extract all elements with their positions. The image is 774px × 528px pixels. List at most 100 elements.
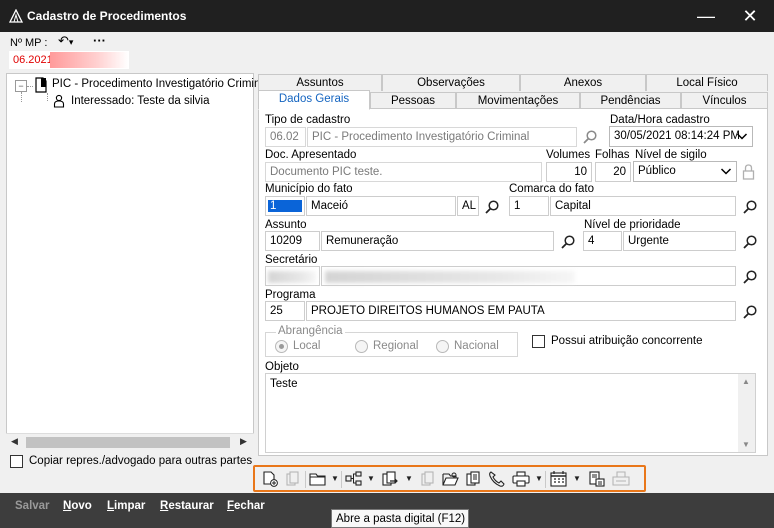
objeto-vertical-scrollbar[interactable]: ▲ ▼ bbox=[738, 374, 755, 452]
assunto-name-field[interactable]: Remuneração bbox=[321, 231, 554, 251]
hierarchy-icon[interactable] bbox=[345, 471, 363, 487]
search-icon[interactable] bbox=[484, 199, 500, 215]
municipio-name-field[interactable]: Maceió bbox=[306, 196, 456, 216]
abrangencia-regional-radio[interactable] bbox=[355, 340, 368, 353]
tab-row-bottom: Dados Gerais Pessoas Movimentações Pendê… bbox=[258, 90, 768, 110]
folhas-field[interactable]: 20 bbox=[595, 162, 631, 182]
add-document-icon[interactable] bbox=[261, 471, 279, 487]
comarca-code-field[interactable]: 1 bbox=[509, 196, 549, 216]
open-folder-icon[interactable] bbox=[442, 471, 460, 487]
toolbar-separator bbox=[305, 471, 306, 488]
tree-connector bbox=[27, 86, 33, 87]
tab-vinculos[interactable]: Vínculos bbox=[681, 92, 768, 109]
abrangencia-regional-label: Regional bbox=[373, 340, 419, 352]
search-icon[interactable] bbox=[742, 199, 758, 215]
transfer-document-icon[interactable] bbox=[381, 471, 399, 487]
fechar-button[interactable]: Fechar bbox=[227, 500, 265, 512]
limpar-button[interactable]: Limpar bbox=[107, 500, 145, 512]
document-icon bbox=[35, 77, 47, 93]
prioridade-code-field[interactable]: 4 bbox=[583, 231, 622, 251]
salvar-button[interactable]: Salvar bbox=[15, 500, 50, 512]
doc-apresentado-label: Doc. Apresentado bbox=[265, 149, 357, 161]
scroll-right-icon[interactable]: ▶ bbox=[240, 436, 247, 447]
minimize-button[interactable]: — bbox=[686, 4, 726, 28]
programa-code-field[interactable]: 25 bbox=[265, 301, 305, 321]
tab-dados-gerais[interactable]: Dados Gerais bbox=[258, 90, 370, 110]
mp-number-label: Nº MP : bbox=[10, 37, 48, 49]
search-icon[interactable] bbox=[582, 129, 598, 145]
tab-local-fisico[interactable]: Local Físico bbox=[646, 74, 768, 91]
copy-representative-checkbox[interactable] bbox=[10, 455, 23, 468]
volumes-label: Volumes bbox=[546, 149, 591, 161]
tab-assuntos[interactable]: Assuntos bbox=[258, 74, 382, 91]
tree-item-interested-party[interactable]: Interessado: Teste da silvia bbox=[71, 95, 210, 107]
municipio-code-field[interactable]: 1 bbox=[265, 196, 305, 216]
comarca-name-field[interactable]: Capital bbox=[550, 196, 736, 216]
printer-icon[interactable] bbox=[512, 471, 530, 487]
tab-pessoas[interactable]: Pessoas bbox=[370, 92, 456, 109]
novo-button[interactable]: Novo bbox=[63, 500, 92, 512]
procedure-tree[interactable]: − PIC - Procedimento Investigatório Crim… bbox=[6, 73, 269, 450]
assunto-code-field[interactable]: 10209 bbox=[265, 231, 320, 251]
search-icon[interactable] bbox=[742, 234, 758, 250]
search-icon[interactable] bbox=[742, 269, 758, 285]
window-title: Cadastro de Procedimentos bbox=[27, 9, 187, 23]
more-options-icon[interactable]: ··· bbox=[93, 33, 106, 48]
undo-icon[interactable]: ↶▾ bbox=[58, 33, 73, 49]
nivel-sigilo-label: Nível de sigilo bbox=[635, 149, 707, 161]
printer-dropdown-icon[interactable]: ▼ bbox=[535, 474, 543, 483]
folder-dropdown-icon[interactable]: ▼ bbox=[331, 474, 339, 483]
tipo-cadastro-code-field[interactable]: 06.02 bbox=[265, 127, 306, 147]
scroll-up-icon[interactable]: ▲ bbox=[742, 377, 750, 386]
attach-document-icon[interactable] bbox=[465, 471, 483, 487]
atribuicao-concorrente-checkbox[interactable] bbox=[532, 335, 545, 348]
tab-row-top: Assuntos Observações Anexos Local Físico bbox=[258, 74, 768, 91]
municipio-uf-field[interactable]: AL bbox=[457, 196, 479, 216]
close-button[interactable]: ✕ bbox=[730, 4, 770, 28]
doc-apresentado-field[interactable]: Documento PIC teste. bbox=[265, 162, 542, 182]
phone-icon[interactable] bbox=[488, 471, 506, 487]
objeto-textarea[interactable]: Teste bbox=[265, 373, 756, 453]
programa-label: Programa bbox=[265, 289, 316, 301]
transfer-dropdown-icon[interactable]: ▼ bbox=[405, 474, 413, 483]
secretario-label: Secretário bbox=[265, 254, 318, 266]
tab-pendencias[interactable]: Pendências bbox=[580, 92, 681, 109]
tab-anexos[interactable]: Anexos bbox=[520, 74, 646, 91]
search-icon[interactable] bbox=[742, 304, 758, 320]
copy-representative-label: Copiar repres./advogado para outras part… bbox=[29, 455, 253, 467]
prioridade-label: Nível de prioridade bbox=[584, 219, 681, 231]
comarca-label: Comarca do fato bbox=[509, 183, 595, 195]
tree-horizontal-scrollbar[interactable]: ◀ ▶ bbox=[6, 433, 254, 450]
toolbar-separator bbox=[545, 471, 546, 488]
calendar-dropdown-icon[interactable]: ▼ bbox=[573, 474, 581, 483]
data-hora-picker[interactable]: 30/05/2021 08:14:24 PM bbox=[609, 126, 753, 147]
title-bar: Cadastro de Procedimentos — ✕ bbox=[0, 0, 774, 32]
prioridade-name-field[interactable]: Urgente bbox=[623, 231, 736, 251]
tab-observacoes[interactable]: Observações bbox=[382, 74, 520, 91]
nivel-sigilo-select[interactable]: Público bbox=[633, 161, 737, 182]
tree-item-root[interactable]: PIC - Procedimento Investigatório Crimin… bbox=[52, 78, 269, 90]
edit-document-icon[interactable] bbox=[588, 471, 606, 487]
scroll-down-icon[interactable]: ▼ bbox=[742, 440, 750, 449]
redacted-secretario-name bbox=[325, 271, 575, 283]
collapse-icon[interactable]: − bbox=[15, 80, 27, 92]
volumes-field[interactable]: 10 bbox=[546, 162, 592, 182]
lock-icon[interactable] bbox=[742, 163, 755, 180]
restaurar-button[interactable]: Restaurar bbox=[160, 500, 214, 512]
documents-icon bbox=[421, 471, 434, 486]
municipio-label: Município do fato bbox=[265, 183, 353, 195]
tab-movimentacoes[interactable]: Movimentações bbox=[456, 92, 580, 109]
hierarchy-dropdown-icon[interactable]: ▼ bbox=[367, 474, 375, 483]
scroll-left-icon[interactable]: ◀ bbox=[11, 436, 18, 447]
calendar-icon[interactable] bbox=[550, 471, 568, 487]
scroll-thumb[interactable] bbox=[26, 437, 230, 448]
abrangencia-local-radio[interactable] bbox=[275, 340, 288, 353]
data-hora-label: Data/Hora cadastro bbox=[610, 114, 710, 126]
folder-icon[interactable] bbox=[309, 471, 327, 487]
procedure-registration-window: Cadastro de Procedimentos — ✕ Nº MP : ↶▾… bbox=[0, 0, 774, 528]
folhas-label: Folhas bbox=[595, 149, 630, 161]
abrangencia-nacional-radio[interactable] bbox=[436, 340, 449, 353]
programa-name-field[interactable]: PROJETO DIREITOS HUMANOS EM PAUTA bbox=[306, 301, 736, 321]
search-icon[interactable] bbox=[560, 234, 576, 250]
tipo-cadastro-name-field[interactable]: PIC - Procedimento Investigatório Crimin… bbox=[307, 127, 577, 147]
